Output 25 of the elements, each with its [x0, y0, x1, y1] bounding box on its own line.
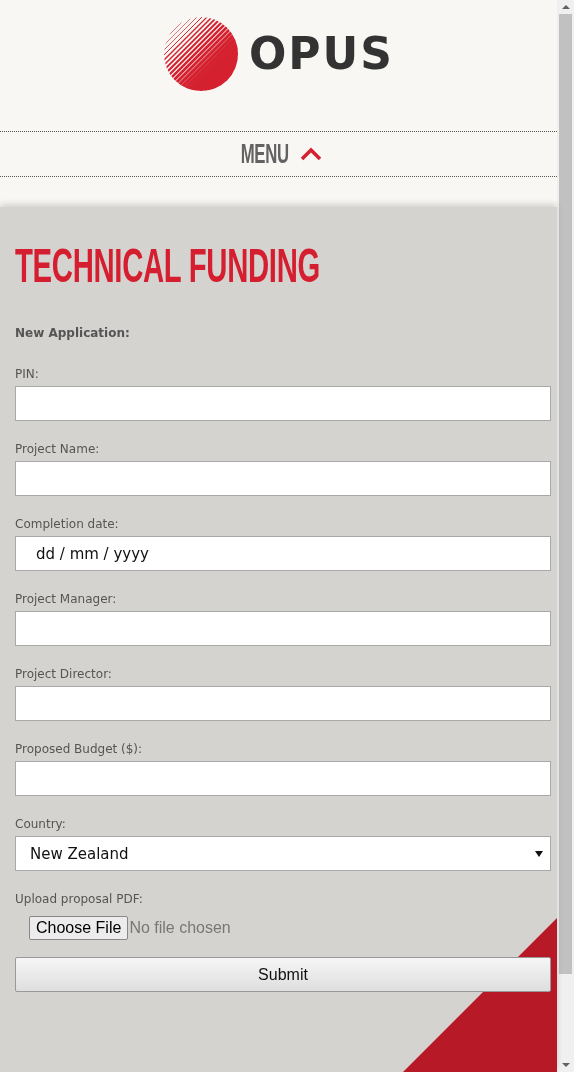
input-field[interactable]	[15, 761, 551, 796]
field-label: Country:	[15, 817, 67, 833]
date-field[interactable]: dd / mm / yyyy	[15, 536, 551, 571]
input-field[interactable]	[15, 611, 551, 646]
logo-icon	[162, 16, 239, 92]
choose-file-button[interactable]: Choose File	[29, 916, 129, 940]
country-dropdown[interactable]: New Zealand	[15, 836, 551, 871]
field-label: PIN:	[15, 367, 40, 383]
scrollbar[interactable]	[557, 0, 574, 1072]
file-status: No file chosen	[129, 919, 231, 937]
field-label: Proposed Budget ($):	[15, 742, 144, 758]
page-title: TECHNICAL FUNDING	[15, 244, 320, 288]
input-field[interactable]	[15, 461, 551, 496]
menu-button[interactable]: MENU	[230, 138, 327, 170]
field-label: Project Name:	[15, 442, 101, 458]
field-label: Project Manager:	[15, 592, 118, 608]
input-field[interactable]	[15, 686, 551, 721]
logo-text: OPUS	[248, 32, 395, 76]
field-label: Project Director:	[15, 667, 113, 683]
field-label: Completion date:	[15, 517, 120, 533]
form-subtitle: New Application:	[15, 326, 131, 342]
input-field[interactable]	[15, 386, 551, 421]
field-label: Upload proposal PDF:	[15, 892, 144, 908]
caret-icon	[535, 850, 543, 857]
submit-button[interactable]: Submit	[15, 957, 551, 992]
